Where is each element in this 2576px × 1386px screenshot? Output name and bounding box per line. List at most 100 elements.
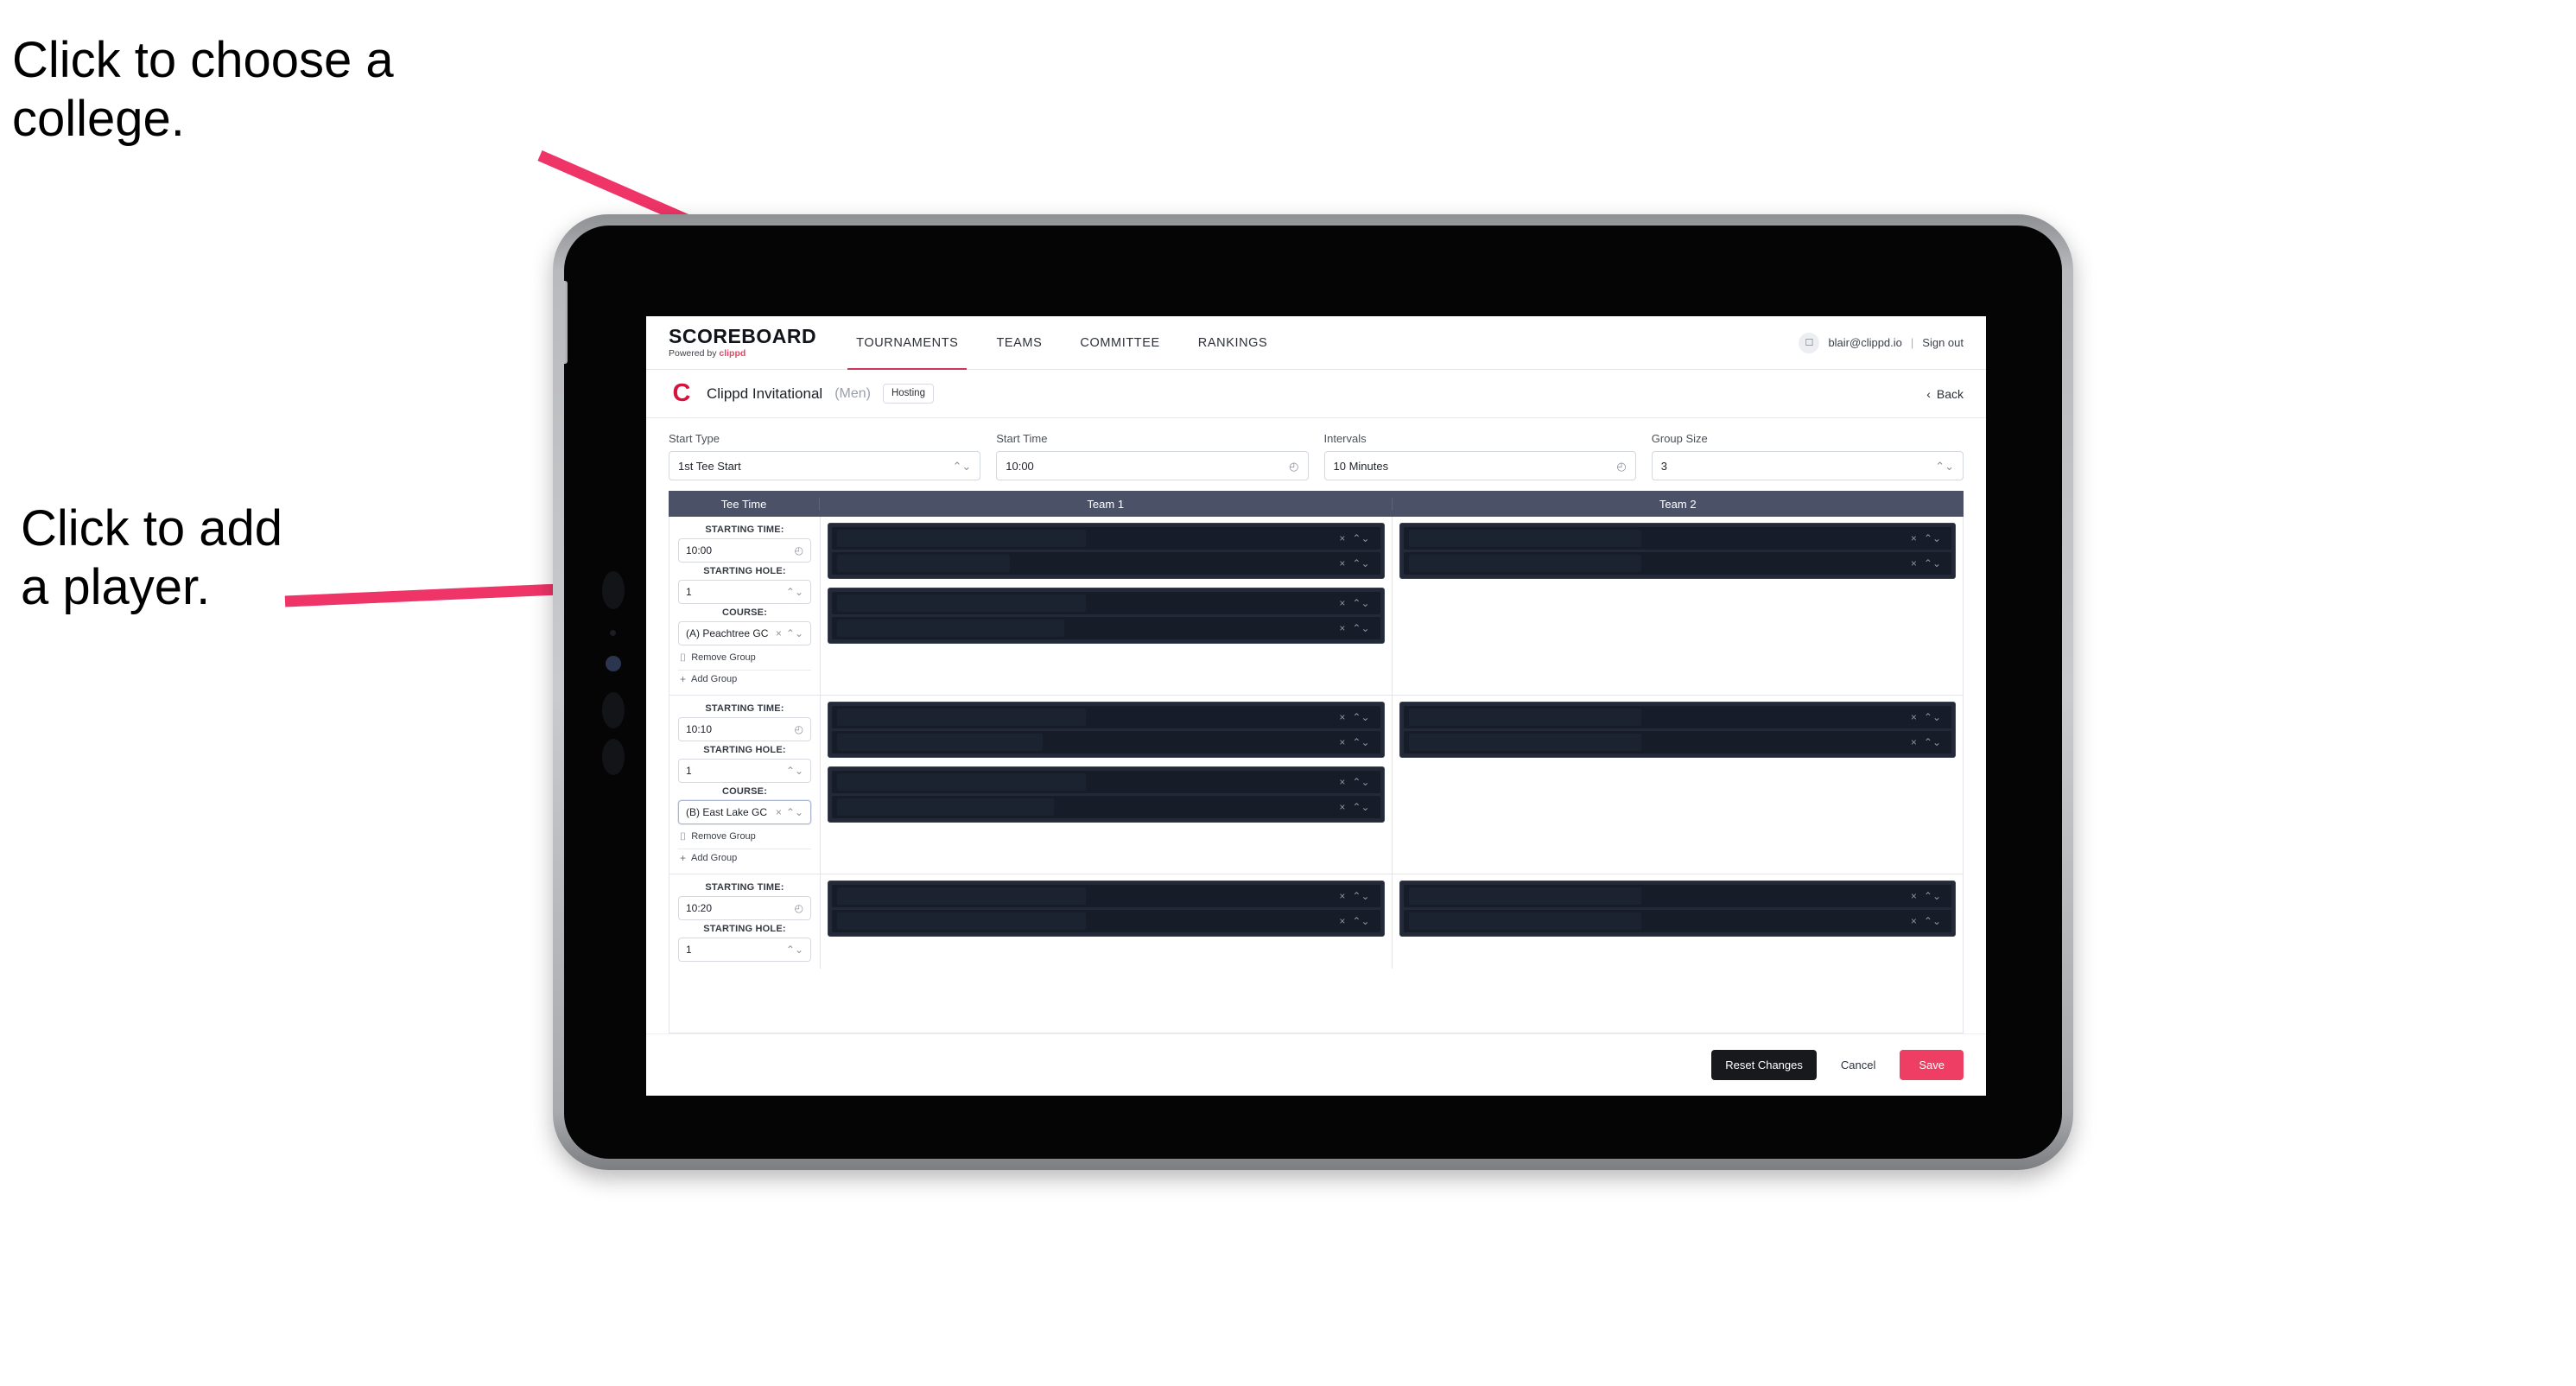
player-row[interactable]: × ⌃⌄ <box>1403 731 1951 753</box>
stepper-icon[interactable]: ⌃⌄ <box>1348 623 1373 633</box>
player-row[interactable]: × ⌃⌄ <box>832 731 1380 753</box>
player-row[interactable]: × ⌃⌄ <box>1403 706 1951 728</box>
add-group-button[interactable]: + Add Group <box>678 849 811 867</box>
player-row[interactable]: × ⌃⌄ <box>832 527 1380 550</box>
user-avatar-icon[interactable]: ☐ <box>1799 332 1820 353</box>
stepper-icon[interactable]: ⌃⌄ <box>1348 533 1373 544</box>
player-row[interactable]: × ⌃⌄ <box>832 910 1380 932</box>
nav-tab-teams[interactable]: TEAMS <box>977 316 1061 369</box>
nav-tab-tournaments[interactable]: TOURNAMENTS <box>837 316 977 370</box>
starting-time-input[interactable]: 10:20 ◴ <box>678 896 811 920</box>
stepper-icon[interactable]: ⌃⌄ <box>786 766 803 776</box>
stepper-icon[interactable]: ⌃⌄ <box>1348 598 1373 608</box>
clear-x-icon[interactable]: × <box>776 628 782 639</box>
clear-x-icon[interactable]: × <box>1336 777 1348 787</box>
stepper-icon[interactable]: ⌃⌄ <box>1920 916 1945 926</box>
sign-out-link[interactable]: Sign out <box>1922 336 1964 349</box>
stepper-icon[interactable]: ⌃⌄ <box>1348 916 1373 926</box>
clear-x-icon[interactable]: × <box>1336 598 1348 608</box>
clear-x-icon[interactable]: × <box>1907 558 1920 569</box>
field-value: 10:20 <box>686 902 713 914</box>
select-field[interactable]: 1 ⌃⌄ <box>678 759 811 783</box>
player-name-redacted <box>1408 734 1641 751</box>
group-size-stepper[interactable]: 3 ⌃⌄ <box>1651 451 1964 480</box>
clock-icon[interactable]: ◴ <box>1616 461 1626 472</box>
player-row[interactable]: × ⌃⌄ <box>832 617 1380 639</box>
clear-x-icon[interactable]: × <box>1907 712 1920 722</box>
clear-x-icon[interactable]: × <box>1907 891 1920 901</box>
clear-x-icon[interactable]: × <box>1907 533 1920 544</box>
tee-time-row: STARTING TIME: 10:00 ◴ STARTING HOLE: 1 ⌃⌄ COU… <box>669 517 1963 696</box>
stepper-icon[interactable]: ⌃⌄ <box>786 628 803 639</box>
clock-icon[interactable]: ◴ <box>795 545 803 556</box>
speaker-grill-icon <box>602 571 625 609</box>
player-row[interactable]: × ⌃⌄ <box>832 552 1380 575</box>
player-row[interactable]: × ⌃⌄ <box>832 796 1380 818</box>
stepper-icon[interactable]: ⌃⌄ <box>952 461 971 472</box>
player-row[interactable]: × ⌃⌄ <box>1403 885 1951 907</box>
clear-x-icon[interactable]: × <box>1907 916 1920 926</box>
stepper-icon[interactable]: ⌃⌄ <box>1348 712 1373 722</box>
clear-x-icon[interactable]: × <box>1336 891 1348 901</box>
power-button-icon[interactable] <box>564 281 568 364</box>
player-row[interactable]: × ⌃⌄ <box>1403 910 1951 932</box>
stepper-icon[interactable]: ⌃⌄ <box>786 807 803 817</box>
remove-group-button[interactable]: ⌷ Remove Group <box>678 828 811 845</box>
clear-x-icon[interactable]: × <box>1336 737 1348 747</box>
player-row[interactable]: × ⌃⌄ <box>1403 527 1951 550</box>
starting-time-input[interactable]: 10:00 ◴ <box>678 538 811 563</box>
stepper-icon[interactable]: ⌃⌄ <box>1920 533 1945 544</box>
stepper-icon[interactable]: ⌃⌄ <box>1348 891 1373 901</box>
player-group: × ⌃⌄ × ⌃⌄ <box>828 523 1385 579</box>
player-row[interactable]: × ⌃⌄ <box>1403 552 1951 575</box>
nav-tab-label: COMMITTEE <box>1080 335 1160 350</box>
reset-changes-button[interactable]: Reset Changes <box>1711 1050 1817 1080</box>
nav-tab-committee[interactable]: COMMITTEE <box>1061 316 1178 369</box>
select-field[interactable]: 1 ⌃⌄ <box>678 938 811 962</box>
add-group-button[interactable]: + Add Group <box>678 670 811 688</box>
clear-x-icon[interactable]: × <box>1336 712 1348 722</box>
course-select[interactable]: (B) East Lake GC × ⌃⌄ <box>678 800 811 824</box>
player-row[interactable]: × ⌃⌄ <box>832 885 1380 907</box>
clear-x-icon[interactable]: × <box>776 807 782 817</box>
player-name-redacted <box>837 734 1044 751</box>
player-row[interactable]: × ⌃⌄ <box>832 771 1380 793</box>
starting-time-input[interactable]: 10:10 ◴ <box>678 717 811 741</box>
clear-x-icon[interactable]: × <box>1907 737 1920 747</box>
stepper-icon[interactable]: ⌃⌄ <box>786 944 803 955</box>
clear-x-icon[interactable]: × <box>1336 533 1348 544</box>
stepper-icon[interactable]: ⌃⌄ <box>1348 737 1373 747</box>
stepper-icon[interactable]: ⌃⌄ <box>786 587 803 597</box>
stepper-icon[interactable]: ⌃⌄ <box>1348 777 1373 787</box>
stepper-icon[interactable]: ⌃⌄ <box>1920 737 1945 747</box>
remove-group-button[interactable]: ⌷ Remove Group <box>678 649 811 666</box>
clock-icon[interactable]: ◴ <box>795 724 803 734</box>
stepper-icon[interactable]: ⌃⌄ <box>1348 558 1373 569</box>
trash-icon: ⌷ <box>680 652 687 664</box>
stepper-icon[interactable]: ⌃⌄ <box>1935 461 1954 472</box>
stepper-icon[interactable]: ⌃⌄ <box>1920 712 1945 722</box>
stepper-icon[interactable]: ⌃⌄ <box>1920 891 1945 901</box>
start-type-select[interactable]: 1st Tee Start ⌃⌄ <box>669 451 981 480</box>
start-time-input[interactable]: 10:00 ◴ <box>996 451 1309 480</box>
clear-x-icon[interactable]: × <box>1336 558 1348 569</box>
annotation-choose-college: Click to choose a college. <box>12 32 394 148</box>
intervals-select[interactable]: 10 Minutes ◴ <box>1323 451 1636 480</box>
player-row[interactable]: × ⌃⌄ <box>832 706 1380 728</box>
clear-x-icon[interactable]: × <box>1336 916 1348 926</box>
back-button[interactable]: ‹ Back <box>1926 387 1964 401</box>
nav-tab-rankings[interactable]: RANKINGS <box>1179 316 1287 369</box>
course-select[interactable]: (A) Peachtree GC × ⌃⌄ <box>678 621 811 645</box>
cancel-button[interactable]: Cancel <box>1830 1050 1886 1080</box>
save-button[interactable]: Save <box>1900 1050 1964 1080</box>
clear-x-icon[interactable]: × <box>1336 802 1348 812</box>
clear-x-icon[interactable]: × <box>1336 623 1348 633</box>
clock-icon[interactable]: ◴ <box>1289 461 1298 472</box>
stepper-icon[interactable]: ⌃⌄ <box>1920 558 1945 569</box>
brand-logo[interactable]: SCOREBOARD Powered by clippd <box>646 316 837 369</box>
stepper-icon[interactable]: ⌃⌄ <box>1348 802 1373 812</box>
starting-hole-label: STARTING HOLE: <box>703 745 786 755</box>
select-field[interactable]: 1 ⌃⌄ <box>678 580 811 604</box>
player-row[interactable]: × ⌃⌄ <box>832 592 1380 614</box>
clock-icon[interactable]: ◴ <box>795 903 803 913</box>
